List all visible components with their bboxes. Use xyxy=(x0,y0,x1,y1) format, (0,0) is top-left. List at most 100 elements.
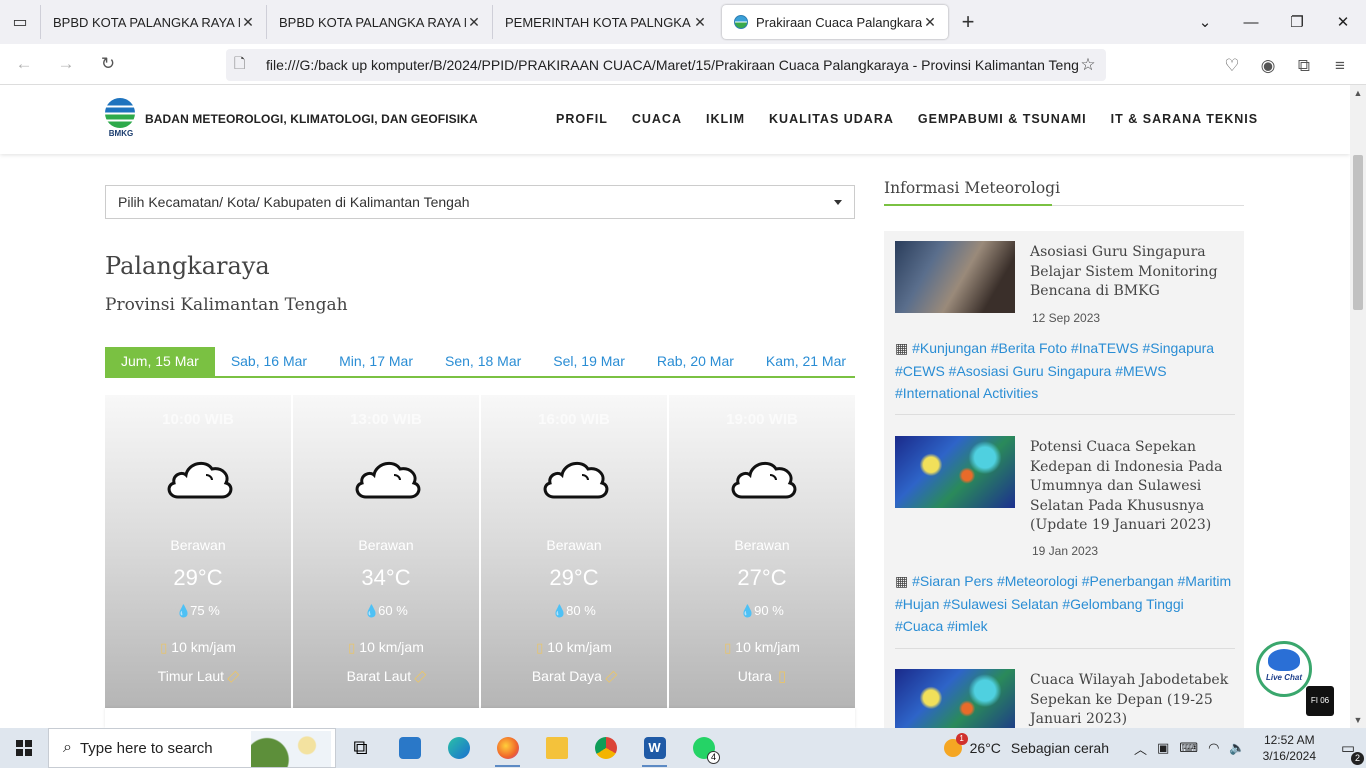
news-tags-text[interactable]: #Siaran Pers #Meteorologi #Penerbangan #… xyxy=(895,573,1231,634)
menu-cuaca[interactable]: CUACA xyxy=(632,112,682,126)
forecast-temp: 34°C xyxy=(361,565,411,590)
scroll-up-icon[interactable]: ▲ xyxy=(1350,85,1366,101)
forecast-time: 10:00 WIB xyxy=(162,411,234,428)
account-icon[interactable]: ◉ xyxy=(1250,48,1286,84)
meet-now-icon[interactable]: ▣ xyxy=(1157,740,1169,756)
file-explorer-icon[interactable] xyxy=(532,728,581,768)
news-thumbnail[interactable] xyxy=(895,436,1015,508)
cloud-icon xyxy=(543,461,609,499)
tab-list-icon[interactable]: ▭ xyxy=(0,0,40,44)
word-icon[interactable]: W xyxy=(630,728,679,768)
edge-icon[interactable] xyxy=(434,728,483,768)
news-title[interactable]: Cuaca Wilayah Jabodetabek Sepekan ke Dep… xyxy=(1030,671,1230,728)
wifi-icon[interactable]: ◠ xyxy=(1208,740,1219,756)
new-tab-plus-icon[interactable]: + xyxy=(948,9,988,35)
extensions-icon[interactable]: ⧉ xyxy=(1286,48,1322,84)
org-name[interactable]: BADAN METEOROLOGI, KLIMATOLOGI, DAN GEOF… xyxy=(145,112,478,126)
weather-widget[interactable]: 26°C Sebagian cerah xyxy=(943,733,1109,757)
keyboard-ime-icon[interactable]: ⌨ xyxy=(1179,740,1198,756)
sidebar-title: Informasi Meteorologi xyxy=(884,179,1061,197)
floating-toggle-button[interactable]: FI 06 xyxy=(1306,686,1334,716)
tab-title: PEMERINTAH KOTA PALNGKA RAYA xyxy=(505,14,692,30)
chrome-icon[interactable] xyxy=(581,728,630,768)
location-select[interactable]: Pilih Kecamatan/ Kota/ Kabupaten di Kali… xyxy=(105,185,855,219)
reload-icon[interactable]: ↻ xyxy=(90,46,126,82)
tab-day-4[interactable]: Sen, 18 Mar xyxy=(429,347,537,376)
window-close-icon[interactable]: ✕ xyxy=(1320,0,1366,44)
news-tags: ▦ #Siaran Pers #Meteorologi #Penerbangan… xyxy=(895,570,1235,638)
restore-icon[interactable]: ❐ xyxy=(1274,0,1320,44)
scrollbar-thumb[interactable] xyxy=(1353,155,1363,310)
close-icon[interactable]: ✕ xyxy=(692,14,708,31)
search-placeholder: Type here to search xyxy=(79,739,213,757)
back-arrow-icon[interactable]: ← xyxy=(6,46,42,82)
menu-iklim[interactable]: IKLIM xyxy=(706,112,745,126)
browser-tab-1[interactable]: BPBD KOTA PALANGKA RAYA MENY ✕ xyxy=(40,5,266,39)
forward-arrow-icon[interactable]: → xyxy=(48,46,84,82)
forecast-desc: Berawan xyxy=(170,537,226,553)
news-tags-text[interactable]: #Kunjungan #Berita Foto #InaTEWS #Singap… xyxy=(895,340,1214,401)
browser-nav-bar: ← → ↻ 🗋 file:///G:/back up komputer/B/20… xyxy=(0,44,1366,85)
menu-profil[interactable]: PROFIL xyxy=(556,112,608,126)
forecast-wind: ▯ 10 km/jam xyxy=(293,639,479,656)
direction-value: Timur Laut xyxy=(157,668,225,684)
pocket-icon[interactable]: ♡ xyxy=(1214,48,1250,84)
menu-kualitas-udara[interactable]: KUALITAS UDARA xyxy=(769,112,894,126)
notification-icon[interactable]: ▭ 2 xyxy=(1330,739,1366,765)
tab-day-3[interactable]: Min, 17 Mar xyxy=(323,347,429,376)
news-date: 19 Jan 2023 xyxy=(1032,544,1099,558)
close-icon[interactable]: ✕ xyxy=(922,14,938,31)
live-chat-label: Live Chat xyxy=(1265,673,1302,682)
browser-tab-4-active[interactable]: Prakiraan Cuaca Palangkaraya - ✕ xyxy=(722,5,948,39)
bmkg-logo[interactable]: BMKG xyxy=(105,98,137,140)
chevron-up-icon[interactable]: ︿ xyxy=(1134,739,1147,758)
bookmark-star-icon[interactable]: ☆ xyxy=(1078,55,1098,75)
browser-tab-3[interactable]: PEMERINTAH KOTA PALNGKA RAYA ✕ xyxy=(492,5,718,39)
clock[interactable]: 12:52 AM 3/16/2024 xyxy=(1263,732,1316,764)
url-text[interactable]: file:///G:/back up komputer/B/2024/PPID/… xyxy=(256,57,1078,73)
volume-icon[interactable]: 🔈 xyxy=(1229,740,1245,756)
browser-tab-2[interactable]: BPBD KOTA PALANGKA RAYA MENY ✕ xyxy=(266,5,492,39)
task-view-icon[interactable]: ⧉ xyxy=(336,728,385,768)
caret-down-icon xyxy=(834,200,842,205)
chevron-down-icon[interactable]: ⌄ xyxy=(1182,0,1228,44)
menu-icon[interactable]: ≡ xyxy=(1322,48,1358,84)
logo-emblem-icon xyxy=(105,98,135,128)
firefox-icon[interactable] xyxy=(483,728,532,768)
minimize-icon[interactable]: — xyxy=(1228,0,1274,44)
menu-it-sarana-teknis[interactable]: IT & SARANA TEKNIS xyxy=(1111,112,1258,126)
menu-gempabumi-tsunami[interactable]: GEMPABUMI & TSUNAMI xyxy=(918,112,1087,126)
tab-day-2[interactable]: Sab, 16 Mar xyxy=(215,347,323,376)
page-scrollbar[interactable]: ▲ ▼ xyxy=(1350,85,1366,728)
wind-direction-arrow-icon: ▯ xyxy=(224,667,243,686)
humidity-value: 60 % xyxy=(378,603,408,618)
humidity-drop-icon: 💧 xyxy=(176,604,192,618)
wind-icon: ▯ xyxy=(348,640,356,655)
whatsapp-icon[interactable]: 4 xyxy=(679,728,728,768)
news-thumbnail[interactable] xyxy=(895,669,1015,728)
scroll-down-icon[interactable]: ▼ xyxy=(1350,712,1366,728)
address-bar[interactable]: 🗋 file:///G:/back up komputer/B/2024/PPI… xyxy=(226,49,1106,81)
forecast-desc: Berawan xyxy=(358,537,414,553)
tab-day-6[interactable]: Rab, 20 Mar xyxy=(641,347,750,376)
forecast-card: 13:00 WIB Berawan 34°C 💧60 % ▯ 10 km/jam … xyxy=(293,395,479,708)
tag-icon: ▦ xyxy=(895,340,913,356)
tab-day-1[interactable]: Jum, 15 Mar xyxy=(105,347,215,376)
mail-icon[interactable] xyxy=(385,728,434,768)
live-chat-button[interactable]: Live Chat xyxy=(1256,641,1312,697)
news-title[interactable]: Potensi Cuaca Sepekan Kedepan di Indones… xyxy=(1030,438,1230,536)
close-icon[interactable]: ✕ xyxy=(466,14,482,31)
forecast-wind: ▯ 10 km/jam xyxy=(669,639,855,656)
forecast-wind: ▯ 10 km/jam xyxy=(481,639,667,656)
search-highlight-image xyxy=(251,731,331,767)
news-thumbnail[interactable] xyxy=(895,241,1015,313)
start-button[interactable] xyxy=(0,728,48,768)
close-icon[interactable]: ✕ xyxy=(240,14,256,31)
direction-value: Utara xyxy=(737,668,772,684)
tab-day-5[interactable]: Sel, 19 Mar xyxy=(537,347,641,376)
tray-icons: ︿ ▣ ⌨ ◠ 🔈 xyxy=(1129,739,1251,758)
news-title[interactable]: Asosiasi Guru Singapura Belajar Sistem M… xyxy=(1030,243,1230,302)
taskbar-search[interactable]: ⌕ Type here to search xyxy=(48,728,336,768)
humidity-value: 80 % xyxy=(566,603,596,618)
tab-day-7[interactable]: Kam, 21 Mar xyxy=(750,347,862,376)
